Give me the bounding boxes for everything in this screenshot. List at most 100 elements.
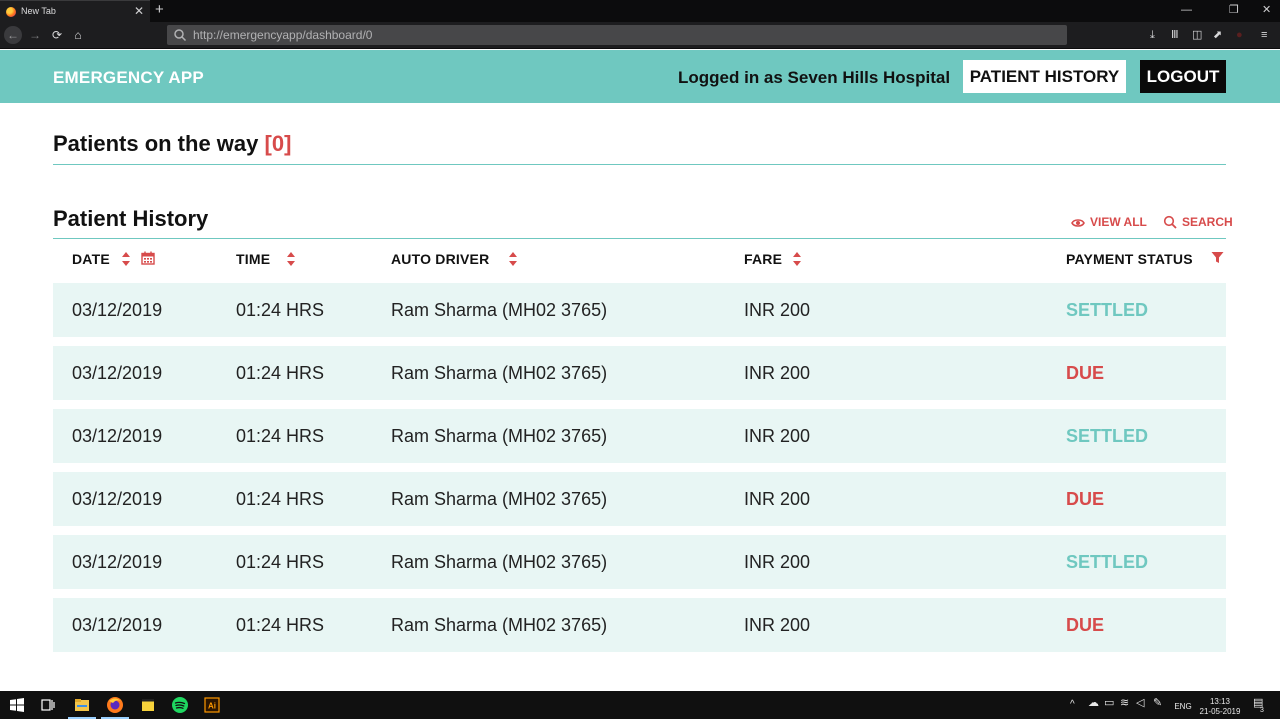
cell-driver: Ram Sharma (MH02 3765) bbox=[391, 300, 608, 320]
cell-driver: Ram Sharma (MH02 3765) bbox=[391, 552, 608, 572]
table-row[interactable]: 03/12/2019 01:24 HRS Ram Sharma (MH02 37… bbox=[53, 346, 1226, 400]
extension-icon[interactable]: ⬈ bbox=[1213, 28, 1222, 42]
chevron-up-icon[interactable]: ^ bbox=[1070, 700, 1075, 710]
language-indicator[interactable]: ENG bbox=[1174, 702, 1192, 711]
col-header-payment-status[interactable]: PAYMENT STATUS bbox=[1066, 251, 1193, 267]
view-all-link[interactable]: VIEW ALL bbox=[1071, 215, 1147, 229]
col-header-driver[interactable]: AUTO DRIVER bbox=[391, 251, 489, 267]
patient-history-title: Patient History bbox=[53, 206, 209, 231]
cell-fare: INR 200 bbox=[744, 552, 811, 572]
cell-fare: INR 200 bbox=[744, 426, 811, 446]
cell-date: 03/12/2019 bbox=[72, 615, 163, 635]
logout-button[interactable]: LOGOUT bbox=[1140, 60, 1226, 93]
sort-date-icon[interactable] bbox=[121, 251, 131, 267]
table-row[interactable]: 03/12/2019 01:24 HRS Ram Sharma (MH02 37… bbox=[53, 283, 1226, 337]
volume-icon[interactable]: ◁ bbox=[1136, 698, 1144, 709]
cell-date: 03/12/2019 bbox=[72, 489, 163, 509]
cell-driver: Ram Sharma (MH02 3765) bbox=[391, 426, 608, 446]
calendar-icon[interactable] bbox=[141, 251, 155, 265]
sort-time-icon[interactable] bbox=[286, 251, 296, 267]
status-badge: DUE bbox=[1066, 363, 1105, 383]
firefox-icon[interactable] bbox=[105, 695, 125, 715]
cell-fare: INR 200 bbox=[744, 363, 811, 383]
col-header-date[interactable]: DATE bbox=[72, 251, 110, 267]
status-badge: SETTLED bbox=[1066, 426, 1149, 446]
cell-date: 03/12/2019 bbox=[72, 363, 163, 383]
keyboard-icon[interactable]: ✎ bbox=[1153, 698, 1162, 709]
table-row[interactable]: 03/12/2019 01:24 HRS Ram Sharma (MH02 37… bbox=[53, 409, 1226, 463]
filter-icon[interactable] bbox=[1211, 251, 1224, 264]
cell-driver: Ram Sharma (MH02 3765) bbox=[391, 363, 608, 383]
restore-icon[interactable]: ❐ bbox=[1229, 3, 1239, 17]
cell-time: 01:24 HRS bbox=[236, 300, 325, 320]
patients-on-way-title: Patients on the way [0] bbox=[53, 131, 291, 157]
file-explorer-icon[interactable] bbox=[72, 695, 92, 715]
cell-driver: Ram Sharma (MH02 3765) bbox=[391, 489, 608, 509]
clock-date[interactable]: 21-05-2019 bbox=[1195, 707, 1245, 716]
sticky-notes-icon[interactable] bbox=[138, 695, 158, 715]
eye-icon bbox=[1071, 219, 1085, 227]
minimize-icon[interactable]: — bbox=[1181, 3, 1192, 17]
close-window-icon[interactable]: ✕ bbox=[1262, 3, 1271, 17]
battery-icon[interactable]: ▭ bbox=[1104, 698, 1114, 709]
sidebar-icon[interactable]: ◫ bbox=[1192, 28, 1202, 42]
svg-text:Ai: Ai bbox=[208, 702, 216, 711]
cloud-icon[interactable]: ☁ bbox=[1088, 698, 1099, 709]
status-badge: SETTLED bbox=[1066, 552, 1149, 572]
cell-time: 01:24 HRS bbox=[236, 552, 325, 572]
cell-date: 03/12/2019 bbox=[72, 426, 163, 446]
back-icon[interactable]: ← bbox=[4, 26, 22, 44]
cell-date: 03/12/2019 bbox=[72, 300, 163, 320]
search-label: SEARCH bbox=[1182, 215, 1233, 229]
divider bbox=[53, 164, 1226, 165]
patients-on-way-count: [0] bbox=[264, 131, 292, 156]
search-link[interactable]: SEARCH bbox=[1163, 215, 1233, 229]
status-badge: SETTLED bbox=[1066, 300, 1149, 320]
browser-tab-bar: New Tab ✕ + — ❐ ✕ bbox=[0, 0, 1280, 22]
spotify-icon[interactable] bbox=[170, 695, 190, 715]
patient-history-button[interactable]: PATIENT HISTORY bbox=[963, 60, 1126, 93]
table-row[interactable]: 03/12/2019 01:24 HRS Ram Sharma (MH02 37… bbox=[53, 598, 1226, 652]
app-header: EMERGENCY APP Logged in as Seven Hills H… bbox=[0, 50, 1280, 103]
library-icon[interactable]: Ⅲ bbox=[1171, 28, 1179, 42]
cell-time: 01:24 HRS bbox=[236, 363, 325, 383]
url-input[interactable] bbox=[193, 26, 1053, 44]
new-tab-icon[interactable]: + bbox=[155, 2, 164, 18]
status-badge: DUE bbox=[1066, 489, 1105, 509]
extension-icon-2[interactable]: ● bbox=[1236, 28, 1243, 42]
sort-driver-icon[interactable] bbox=[508, 251, 518, 267]
search-icon bbox=[1163, 215, 1177, 229]
view-all-label: VIEW ALL bbox=[1090, 215, 1147, 229]
col-header-fare[interactable]: FARE bbox=[744, 251, 782, 267]
download-icon[interactable]: ⤓ bbox=[1150, 28, 1155, 42]
cell-driver: Ram Sharma (MH02 3765) bbox=[391, 615, 608, 635]
forward-icon[interactable]: → bbox=[26, 26, 44, 44]
col-header-time[interactable]: TIME bbox=[236, 251, 270, 267]
cell-time: 01:24 HRS bbox=[236, 489, 325, 509]
browser-tab[interactable]: New Tab ✕ bbox=[0, 0, 150, 22]
cell-time: 01:24 HRS bbox=[236, 615, 325, 635]
task-view-icon[interactable] bbox=[38, 695, 58, 715]
windows-start-icon[interactable] bbox=[7, 695, 27, 715]
cell-date: 03/12/2019 bbox=[72, 552, 163, 572]
firefox-icon bbox=[6, 7, 16, 17]
tab-title: New Tab bbox=[21, 6, 56, 16]
url-bar[interactable] bbox=[167, 25, 1067, 45]
notification-count: 3 bbox=[1260, 707, 1264, 714]
home-icon[interactable]: ⌂ bbox=[69, 26, 87, 44]
cell-fare: INR 200 bbox=[744, 615, 811, 635]
taskbar: Ai ^ ☁ ▭ ≋ ◁ ✎ ENG 13:13 21-05-2019 ▤ 3 bbox=[0, 691, 1280, 719]
illustrator-icon[interactable]: Ai bbox=[202, 695, 222, 715]
wifi-icon[interactable]: ≋ bbox=[1120, 698, 1129, 709]
patients-on-way-label: Patients on the way bbox=[53, 131, 259, 156]
table-row[interactable]: 03/12/2019 01:24 HRS Ram Sharma (MH02 37… bbox=[53, 472, 1226, 526]
reload-icon[interactable]: ⟳ bbox=[48, 26, 66, 44]
search-icon bbox=[174, 29, 187, 42]
close-tab-icon[interactable]: ✕ bbox=[134, 4, 144, 18]
cell-fare: INR 200 bbox=[744, 489, 811, 509]
sort-fare-icon[interactable] bbox=[792, 251, 802, 267]
app-brand[interactable]: EMERGENCY APP bbox=[53, 68, 204, 88]
clock-time[interactable]: 13:13 bbox=[1197, 697, 1243, 706]
table-row[interactable]: 03/12/2019 01:24 HRS Ram Sharma (MH02 37… bbox=[53, 535, 1226, 589]
menu-icon[interactable]: ≡ bbox=[1261, 28, 1267, 42]
